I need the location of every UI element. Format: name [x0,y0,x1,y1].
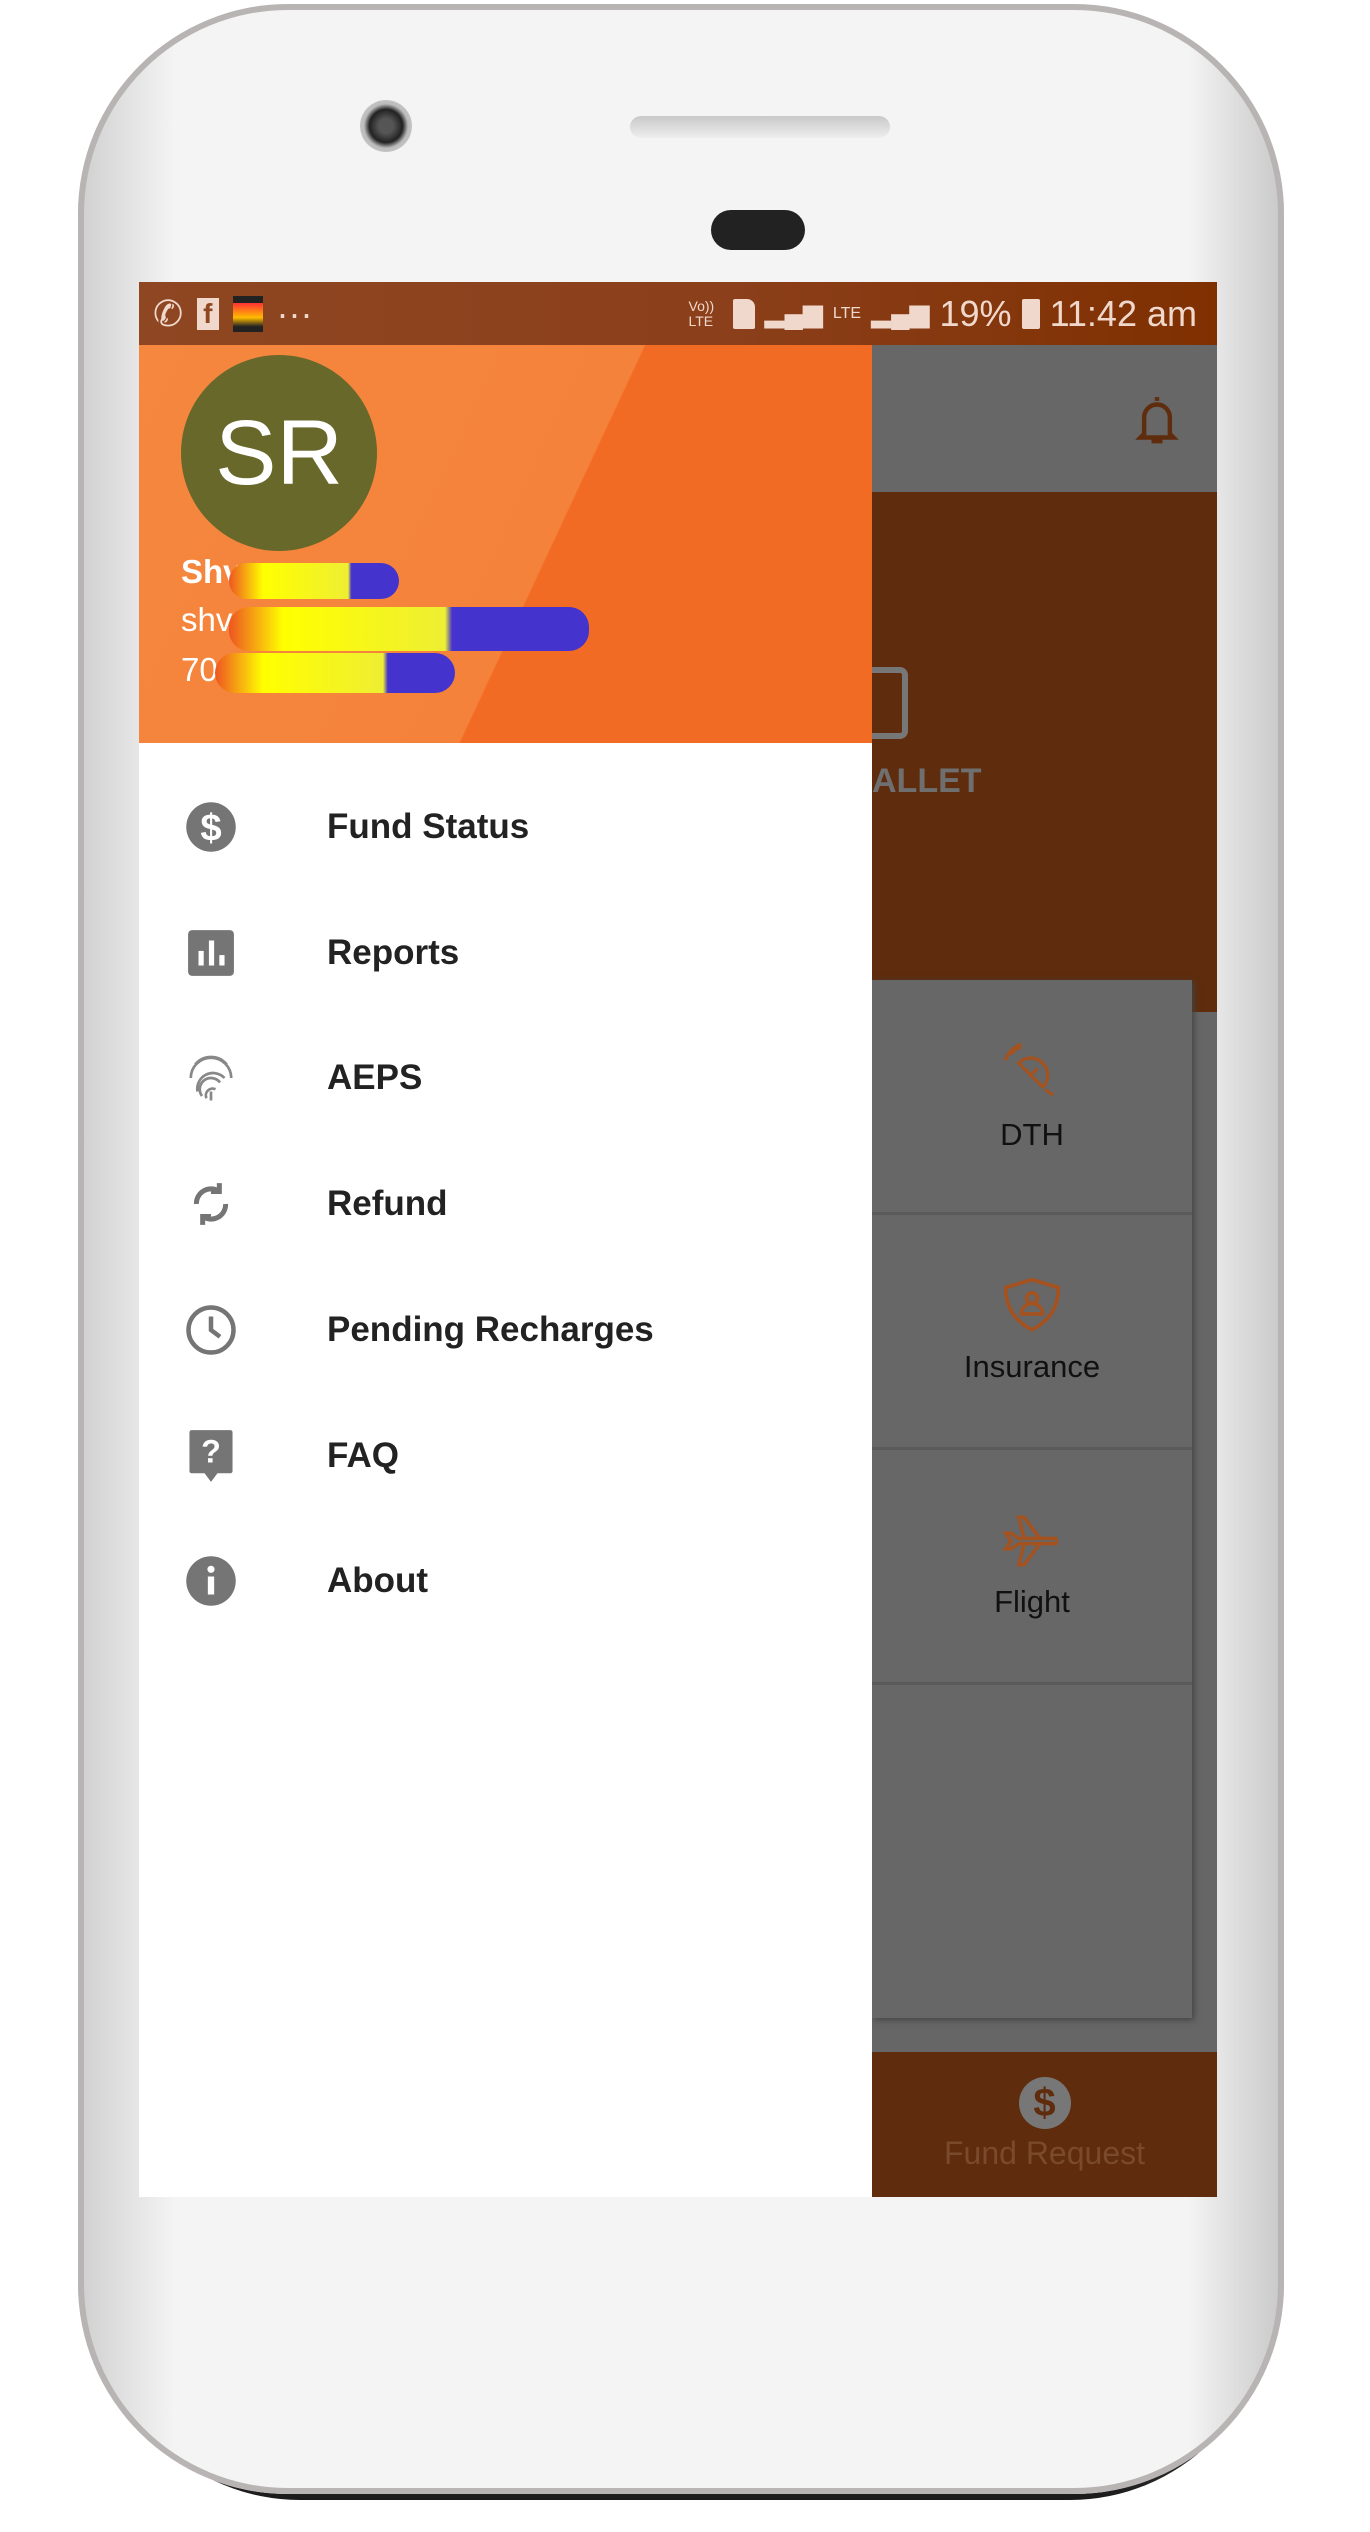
clock-icon [183,1302,239,1358]
drawer-item-label: FAQ [327,1436,399,1475]
drawer-item-label: About [327,1561,429,1600]
services-card: DTH Insurance Flight [872,980,1192,2018]
question-icon: ? [183,1428,239,1484]
satellite-dish-icon [1003,1042,1055,1097]
battery-icon [1021,298,1040,329]
clock: 11:42 am [1049,292,1197,334]
service-insurance[interactable]: Insurance [872,1215,1192,1450]
dollar-icon: $ [1018,2077,1071,2129]
signal-icon: ▂▄▆ [764,298,823,328]
bottom-nav-label: Fund Request [943,2135,1145,2171]
status-bar: ✆ f ··· Vo)) LTE ▂▄▆ LTE ▂▄▆ 19% 11:42 a… [139,282,1217,345]
svg-text:$: $ [200,807,221,850]
fingerprint-icon [183,1050,239,1106]
speaker [630,116,890,138]
app-bar [872,345,1217,492]
service-label: Insurance [963,1349,1101,1384]
wallet-banner: ALLET [872,492,1217,1012]
drawer-item-about[interactable]: About [139,1526,872,1636]
info-icon [183,1553,239,1609]
service-dth[interactable]: DTH [872,980,1192,1215]
drawer-item-refund[interactable]: Refund [139,1149,872,1259]
drawer-item-label: Refund [327,1184,448,1223]
wallet-icon [872,667,908,739]
airplane-icon [1002,1515,1059,1567]
drawer-item-label: Fund Status [327,807,530,846]
user-email: shv [181,601,233,638]
front-camera [360,100,412,152]
drawer-item-aeps[interactable]: AEPS [139,1023,872,1133]
network-type: LTE [832,304,862,322]
bottom-nav-fund-request[interactable]: $ Fund Request [872,2052,1217,2197]
service-flight[interactable]: Flight [872,1450,1192,1685]
navigation-drawer: SR Shv shv 70 [139,345,872,2197]
drawer-item-pending-recharges[interactable]: Pending Recharges [139,1275,872,1385]
signal-icon: ▂▄▆ [871,298,930,328]
drawer-item-faq[interactable]: ? FAQ [139,1401,872,1511]
avatar: SR [181,355,377,551]
service-label: Flight [994,1584,1070,1619]
more-icon: ··· [276,292,313,334]
svg-text:?: ? [201,1433,221,1469]
dollar-icon: $ [183,799,239,855]
drawer-header: SR Shv shv 70 [139,345,872,743]
sonyliv-icon [232,295,263,332]
screen: ✆ f ··· Vo)) LTE ▂▄▆ LTE ▂▄▆ 19% 11:42 a… [139,282,1217,2197]
drawer-item-label: Pending Recharges [327,1310,654,1349]
redaction [229,607,589,651]
drawer-item-label: AEPS [327,1058,423,1097]
refresh-icon [183,1176,239,1232]
whatsapp-icon: ✆ [153,292,184,334]
sensor [711,210,805,250]
facebook-icon: f [197,297,219,330]
drawer-item-fund-status[interactable]: $ Fund Status [139,772,872,882]
user-phone: 70 [181,651,218,688]
redaction [229,563,399,599]
shield-user-icon [1003,1277,1061,1332]
volte-indicator: Vo)) LTE [688,297,715,329]
drawer-item-reports[interactable]: Reports [139,898,872,1008]
sim-icon [732,298,755,329]
redaction [215,653,455,693]
drawer-item-label: Reports [327,933,460,972]
bar-chart-icon [183,925,239,981]
wallet-label: ALLET [872,762,982,800]
bell-icon[interactable] [1135,393,1179,449]
battery-percent: 19% [939,292,1012,334]
service-label: DTH [1000,1117,1064,1152]
